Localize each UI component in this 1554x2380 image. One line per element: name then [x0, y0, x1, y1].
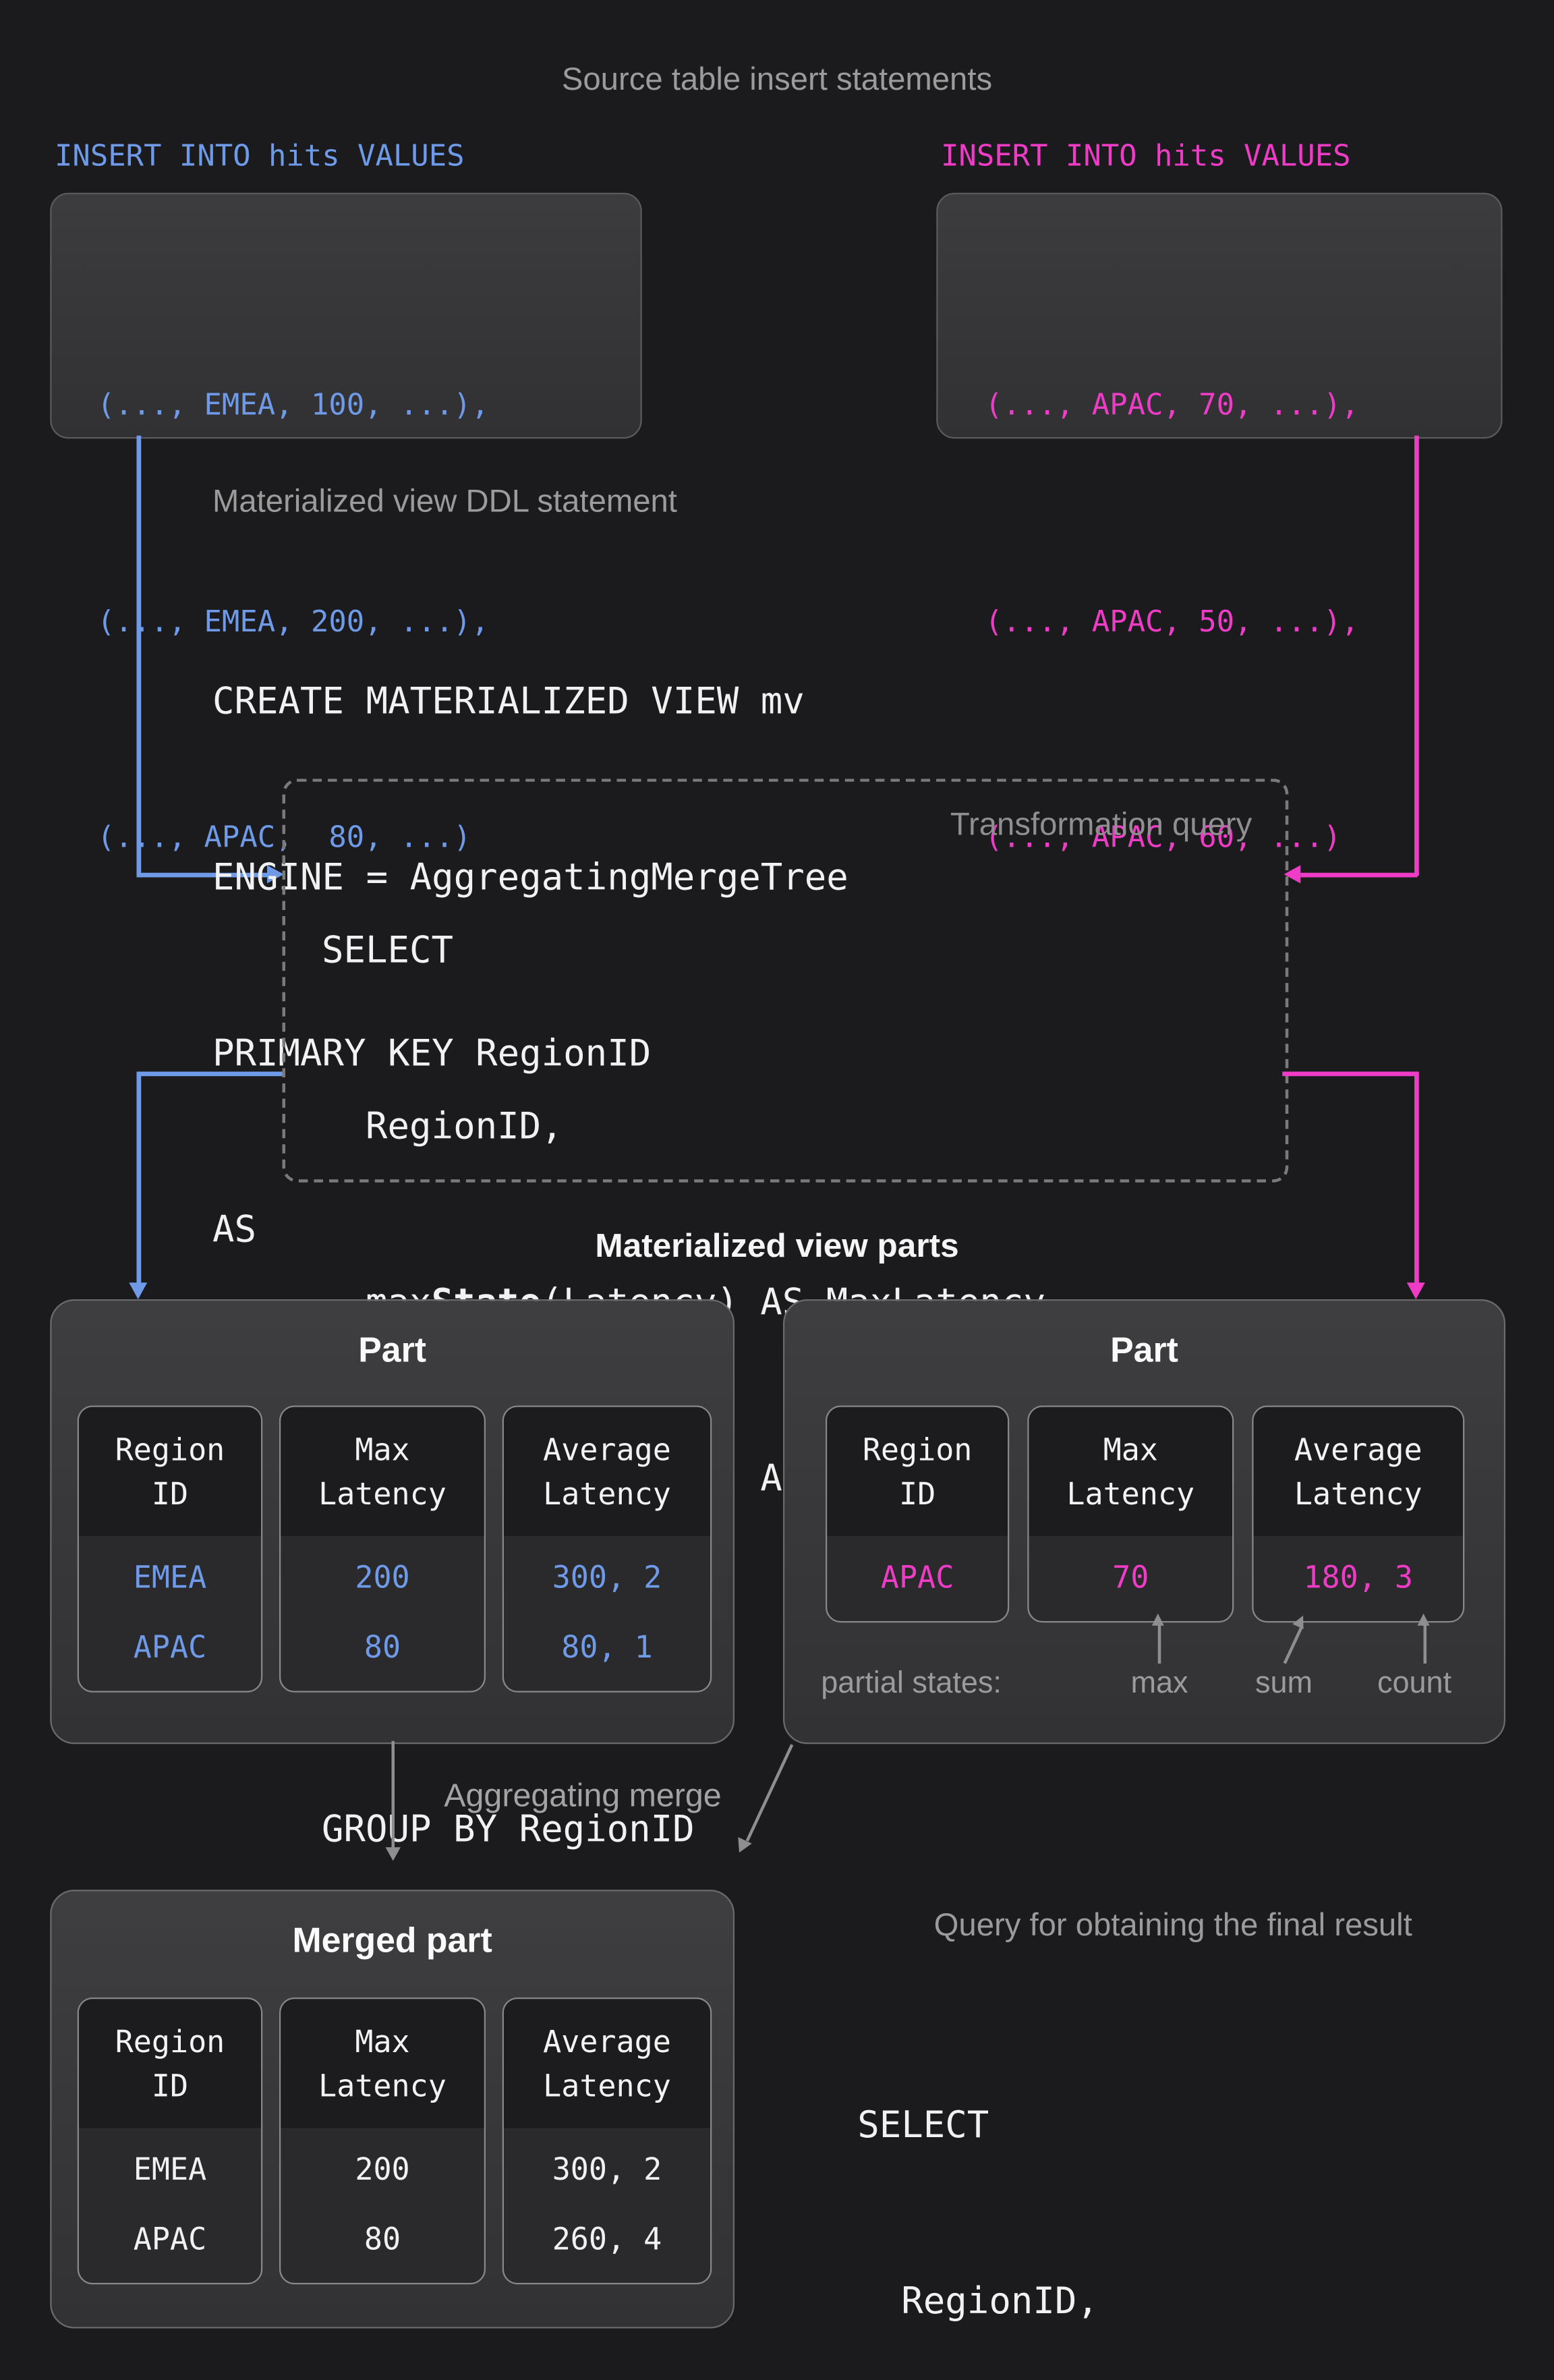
part-box-left: Part Region ID EMEA APAC Max Latency 200…: [50, 1299, 735, 1744]
column-region-id: Region ID EMEA APAC: [78, 1998, 263, 2284]
insert-statement-right-header: INSERT INTO hits VALUES: [941, 138, 1351, 173]
code-line: SELECT: [322, 922, 1045, 980]
table-cell: 80, 1: [504, 1612, 710, 1682]
column-average-latency: Average Latency 300, 2 260, 4: [502, 1998, 712, 2284]
pink-connector-line: [1414, 436, 1418, 876]
table-cell: 80: [281, 2204, 484, 2274]
column-header: Max Latency: [1029, 1407, 1233, 1536]
table-cell: 200: [281, 2134, 484, 2205]
column-header: Average Latency: [1254, 1407, 1464, 1536]
partial-states-label: partial states:: [821, 1667, 1002, 1702]
table-cell: 260, 4: [504, 2204, 710, 2274]
section-title-source-inserts: Source table insert statements: [0, 62, 1554, 98]
part-title: Part: [52, 1330, 733, 1371]
blue-connector-line: [137, 1072, 283, 1076]
insert-values-left-box: (..., EMEA, 100, ...), (..., EMEA, 200, …: [50, 193, 642, 439]
code-line: CREATE MATERIALIZED VIEW mv: [212, 673, 848, 731]
arrow-up-icon: [1152, 1614, 1164, 1626]
column-region-id: Region ID EMEA APAC: [78, 1406, 263, 1693]
table-cell: APAC: [79, 1612, 261, 1682]
annotation-count: count: [1377, 1667, 1451, 1702]
column-header: Max Latency: [281, 1407, 484, 1536]
insert-row: (..., APAC, 50, ...),: [985, 585, 1501, 657]
column-max-latency: Max Latency 200 80: [279, 1998, 486, 2284]
final-query-code: SELECT RegionID, maxMerge(MaxLatency), a…: [857, 1979, 1362, 2380]
section-title-mv-parts: Materialized view parts: [0, 1226, 1554, 1266]
code-line: RegionID,: [857, 2272, 1362, 2331]
table-cell: APAC: [79, 2204, 261, 2274]
column-average-latency: Average Latency 180, 3: [1252, 1406, 1464, 1623]
merged-part-title: Merged part: [52, 1920, 733, 1961]
column-max-latency: Max Latency 200 80: [279, 1406, 486, 1693]
pink-connector-line: [1282, 1072, 1416, 1076]
insert-statement-left-header: INSERT INTO hits VALUES: [55, 138, 465, 173]
transformation-query-box: Transformation query SELECT RegionID, ma…: [283, 778, 1289, 1183]
gray-pointer-line: [1424, 1624, 1427, 1664]
column-region-id: Region ID APAC: [826, 1406, 1009, 1623]
arrow-up-icon: [1418, 1614, 1430, 1626]
arrow-down-icon: [1407, 1282, 1425, 1299]
column-header: Region ID: [79, 1407, 261, 1536]
pink-connector-line: [1300, 873, 1417, 877]
gray-pointer-line: [1158, 1624, 1161, 1664]
blue-connector-line: [137, 436, 141, 876]
code-line: RegionID,: [322, 1098, 1045, 1156]
column-header: Average Latency: [504, 1407, 710, 1536]
annotation-sum: sum: [1255, 1667, 1313, 1702]
table-cell: 300, 2: [504, 2134, 710, 2205]
part-title: Part: [784, 1330, 1504, 1371]
column-average-latency: Average Latency 300, 2 80, 1: [502, 1406, 712, 1693]
table-cell: 80: [281, 1612, 484, 1682]
part-box-right: Part Region ID APAC Max Latency 70 Avera…: [783, 1299, 1505, 1744]
table-cell: 70: [1029, 1542, 1233, 1612]
column-header: Region ID: [827, 1407, 1008, 1536]
diagram-canvas: Source table insert statements INSERT IN…: [0, 0, 1554, 2380]
aggregating-merge-label: Aggregating merge: [399, 1778, 767, 1815]
ddl-label: Materialized view DDL statement: [212, 484, 677, 521]
table-cell: EMEA: [79, 2134, 261, 2205]
table-cell: 200: [281, 1542, 484, 1612]
arrow-down-icon: [128, 1282, 146, 1299]
column-max-latency: Max Latency 70: [1027, 1406, 1234, 1623]
column-header: Max Latency: [281, 1999, 484, 2128]
column-header: Region ID: [79, 1999, 261, 2128]
column-header: Average Latency: [504, 1999, 710, 2128]
insert-row: (..., APAC, 70, ...),: [985, 369, 1501, 441]
code-line: SELECT: [857, 2097, 1362, 2155]
insert-values-right-box: (..., APAC, 70, ...), (..., APAC, 50, ..…: [936, 193, 1502, 439]
table-cell: EMEA: [79, 1542, 261, 1612]
table-cell: 300, 2: [504, 1542, 710, 1612]
table-cell: 180, 3: [1254, 1542, 1464, 1612]
gray-merge-line: [392, 1741, 395, 1850]
merged-part-box: Merged part Region ID EMEA APAC Max Late…: [50, 1890, 735, 2328]
arrow-down-icon: [386, 1847, 401, 1861]
annotation-max: max: [1130, 1667, 1188, 1702]
table-cell: APAC: [827, 1542, 1008, 1612]
insert-row: (..., EMEA, 100, ...),: [97, 369, 641, 441]
final-query-label: Query for obtaining the final result: [844, 1908, 1503, 1944]
